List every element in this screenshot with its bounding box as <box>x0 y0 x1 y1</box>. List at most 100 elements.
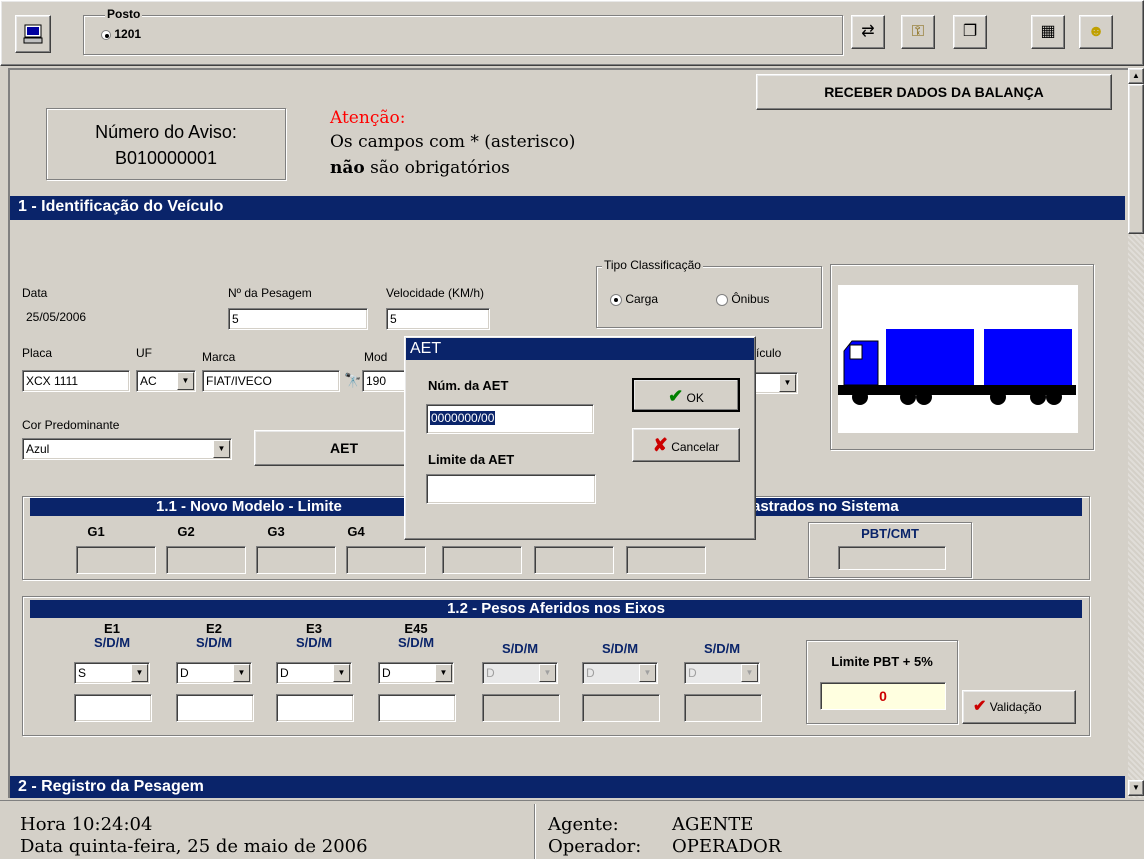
limite-aet-input[interactable] <box>426 474 596 504</box>
limite-aet-label: Limite da AET <box>428 452 515 467</box>
pesagem-label: Nº da Pesagem <box>228 286 312 300</box>
top-toolbar: Posto 1201 ⇄ ⚿ ❐ ▦ ☻ <box>0 0 1144 66</box>
windows-button[interactable]: ❐ <box>953 15 987 49</box>
cancel-x-icon: ✘ <box>652 435 668 455</box>
transfer-button[interactable]: ⇄ <box>851 15 885 49</box>
atencao-rest: são obrigatórios <box>370 158 510 178</box>
g3-label: G3 <box>267 524 285 539</box>
placa-input[interactable]: XCX 1111 <box>22 370 130 392</box>
axle-weight-input[interactable] <box>276 694 354 722</box>
data-status-label: Data <box>20 836 64 857</box>
scroll-thumb[interactable] <box>1128 84 1144 234</box>
veiculo-select[interactable]: ▼ <box>752 372 798 394</box>
modelo-label: Mod <box>364 350 388 364</box>
axle-weight-input[interactable] <box>176 694 254 722</box>
axle-select[interactable]: D ▼ <box>276 662 352 684</box>
axle-sdm-label: S/D/M <box>195 635 233 650</box>
velocidade-input[interactable]: 5 <box>386 308 490 330</box>
marca-input[interactable]: FIAT/IVECO <box>202 370 340 392</box>
scroll-up-button[interactable]: ▲ <box>1128 68 1144 84</box>
receber-dados-button[interactable]: RECEBER DADOS DA BALANÇA <box>756 74 1112 110</box>
status-divider <box>534 804 536 859</box>
axle-weight-input[interactable] <box>378 694 456 722</box>
modelo-input[interactable]: 190 <box>362 370 410 392</box>
axle-name: E2 <box>206 621 222 636</box>
key-button[interactable]: ⚿ <box>901 15 935 49</box>
computer-icon-button[interactable] <box>15 15 51 53</box>
num-aet-input[interactable]: 0000000/00 <box>426 404 594 434</box>
axle-select-value: D <box>180 666 189 680</box>
atencao-line2: não são obrigatórios <box>330 158 510 178</box>
uf-label: UF <box>136 346 152 360</box>
ok-button[interactable]: ✔ OK <box>632 378 740 412</box>
axle-select[interactable]: D ▼ <box>378 662 454 684</box>
chevron-down-icon[interactable]: ▼ <box>333 664 350 682</box>
veiculo-dropdown-icon[interactable]: ▼ <box>779 374 796 392</box>
validacao-button[interactable]: ✔ Validação <box>962 690 1076 724</box>
cancel-label: Cancelar <box>671 440 720 454</box>
posto-label: Posto <box>105 7 143 21</box>
placa-label: Placa <box>22 346 53 360</box>
cor-dropdown-icon[interactable]: ▼ <box>213 440 230 458</box>
posto-radio[interactable]: 1201 <box>101 27 141 41</box>
axle-select-value: S <box>78 666 87 680</box>
g5-field <box>442 546 522 574</box>
chevron-down-icon: ▼ <box>639 664 656 682</box>
check-icon: ✔ <box>973 698 987 715</box>
uf-dropdown-icon[interactable]: ▼ <box>177 372 194 390</box>
chevron-down-icon[interactable]: ▼ <box>435 664 452 682</box>
pesagem-input[interactable]: 5 <box>228 308 368 330</box>
radio-onibus-icon <box>716 293 728 306</box>
axle-select[interactable]: D ▼ <box>176 662 252 684</box>
chevron-down-icon[interactable]: ▼ <box>131 664 148 682</box>
aet-dialog-titlebar[interactable]: AET <box>406 338 754 360</box>
windows-icon: ❐ <box>962 23 978 40</box>
radio-onibus-label: Ônibus <box>731 292 770 306</box>
axle-weight-input[interactable] <box>74 694 152 722</box>
section12-titlebar: 1.2 - Pesos Aferidos nos Eixos <box>30 600 1082 618</box>
truck-icon <box>838 329 1076 405</box>
search-icon[interactable]: 🔭 <box>344 372 361 389</box>
calculator-button[interactable]: ▦ <box>1031 15 1065 49</box>
axle-select-value: D <box>382 666 391 680</box>
scroll-down-button[interactable]: ▼ <box>1128 780 1144 796</box>
radio-onibus[interactable]: Ônibus <box>716 292 769 306</box>
cancel-button[interactable]: ✘ Cancelar <box>632 428 740 462</box>
chevron-down-icon[interactable]: ▼ <box>233 664 250 682</box>
calculator-icon: ▦ <box>1040 23 1056 40</box>
computer-icon <box>23 24 43 44</box>
num-aet-label: Núm. da AET <box>428 378 509 393</box>
vertical-scrollbar[interactable]: ▲ ▼ <box>1128 68 1144 798</box>
axle-name: E45 <box>404 621 428 636</box>
cor-value: Azul <box>26 442 50 456</box>
g6-field <box>534 546 614 574</box>
axle-sdm-label: S/D/M <box>295 635 333 650</box>
axle-sdm-label: S/D/M <box>601 641 639 656</box>
data-field: 25/05/2006 <box>22 306 192 328</box>
agente-label: Agente: <box>548 814 619 835</box>
uf-select[interactable]: AC ▼ <box>136 370 196 392</box>
operador-value: OPERADOR <box>672 836 782 857</box>
exit-button[interactable]: ☻ <box>1079 15 1113 49</box>
exit-icon: ☻ <box>1087 23 1105 40</box>
posto-group <box>83 15 843 55</box>
limite-label: Limite PBT + 5% <box>831 654 933 669</box>
axle-weight-input <box>684 694 762 722</box>
section11-title-right: astrados no Sistema <box>752 498 899 515</box>
g4-field <box>346 546 426 574</box>
hora-label: Hora <box>20 814 66 835</box>
atencao-line1: Os campos com * (asterisco) <box>330 132 576 152</box>
axle-select: D ▼ <box>684 662 760 684</box>
axle-select: D ▼ <box>582 662 658 684</box>
cor-label: Cor Predominante <box>22 418 120 432</box>
axle-sdm-label: S/D/M <box>501 641 539 656</box>
validacao-label: Validação <box>989 700 1042 714</box>
axle-sdm-label: S/D/M <box>93 635 131 650</box>
axle-name: E1 <box>104 621 120 636</box>
cor-select[interactable]: Azul ▼ <box>22 438 232 460</box>
axle-select[interactable]: S ▼ <box>74 662 150 684</box>
axle-select-value: D <box>688 666 697 680</box>
agente-value: AGENTE <box>672 814 754 835</box>
radio-carga[interactable]: Carga <box>610 292 658 306</box>
data-text: Data quinta-feira, 25 de maio de 2006 <box>20 836 368 857</box>
